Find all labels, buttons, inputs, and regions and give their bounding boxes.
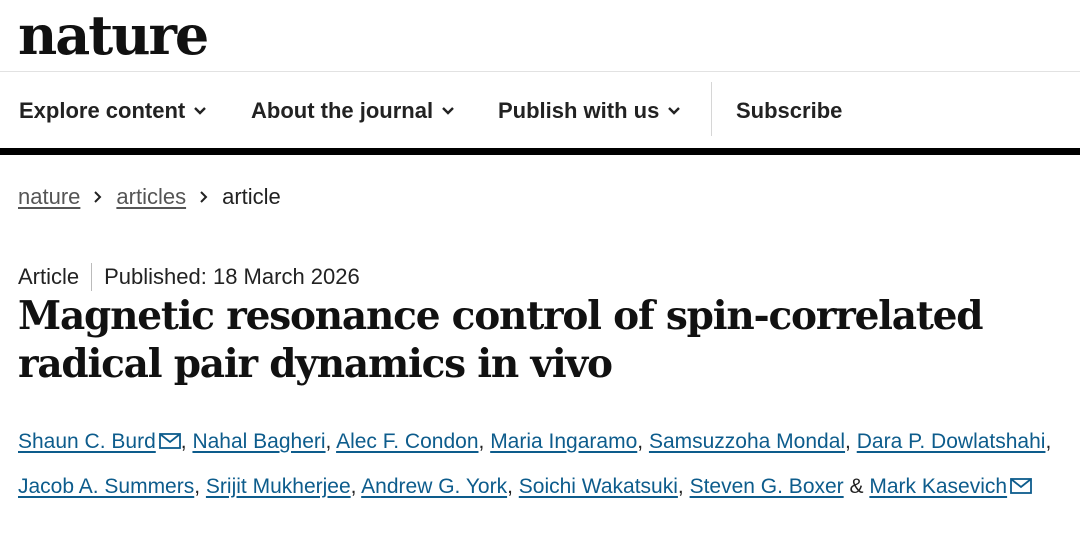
chevron-right-icon [200,191,208,203]
author-separator: , [478,430,485,453]
author-link[interactable]: Shaun C. Burd [18,430,156,453]
mail-icon[interactable] [158,433,181,449]
author-link[interactable]: Soichi Wakatsuki [519,475,678,498]
nav-explore-content[interactable]: Explore content [19,98,207,124]
breadcrumb-articles[interactable]: articles [116,184,186,210]
author-separator: , [677,474,684,498]
author-link[interactable]: Nahal Bagheri [192,430,325,453]
author-link[interactable]: Srijit Mukherjee [206,475,351,498]
author-separator: , [845,430,851,453]
author-link[interactable]: Steven G. Boxer [690,475,844,498]
author-separator: , [637,430,644,453]
article-type: Article [18,264,80,289]
author-separator: , [180,430,187,453]
breadcrumb: nature articles article [18,184,281,210]
nature-logo[interactable]: nature [18,0,209,70]
chevron-right-icon [94,191,102,203]
author-link[interactable]: Samsuzzoha Mondal [649,430,845,453]
breadcrumb-nature[interactable]: nature [18,184,80,210]
author-link[interactable]: Alec F. Condon [336,430,478,453]
breadcrumb-current: article [222,184,281,209]
author-separator: , [507,474,513,498]
publish-date: Published: 18 March 2026 [104,264,360,289]
nav-divider [711,82,712,136]
author-link[interactable]: Maria Ingaramo [490,430,637,453]
meta-divider [91,263,93,291]
author-ampersand: & [849,474,864,498]
author-separator: , [325,430,332,453]
author-link[interactable]: Dara P. Dowlatshahi [857,430,1046,453]
chevron-down-icon [194,107,207,115]
nav-about-journal[interactable]: About the journal [251,98,455,124]
article-meta: Article Published: 18 March 2026 [18,263,360,291]
chevron-down-icon [442,107,454,115]
article-title: Magnetic resonance control of spin-corre… [18,293,984,387]
nav-item-label: About the journal [251,98,434,123]
author-separator: , [1045,430,1052,453]
subscribe-link[interactable]: Subscribe [736,98,842,124]
author-link[interactable]: Jacob A. Summers [18,475,194,498]
chevron-down-icon [668,107,681,115]
author-separator: , [350,474,357,498]
author-list: Shaun C. Burd, Nahal Bagheri, Alec F. Co… [18,420,1068,509]
main-nav: Explore content About the journal Publis… [0,72,1080,148]
author-separator: , [194,474,201,498]
nav-publish-with-us[interactable]: Publish with us [498,98,681,124]
mail-icon[interactable] [1010,477,1032,494]
author-link[interactable]: Mark Kasevich [869,475,1007,498]
nav-item-label: Publish with us [498,98,660,123]
nav-item-label: Explore content [19,98,186,123]
author-link[interactable]: Andrew G. York [361,475,507,498]
nav-bottom-bar [0,148,1080,155]
